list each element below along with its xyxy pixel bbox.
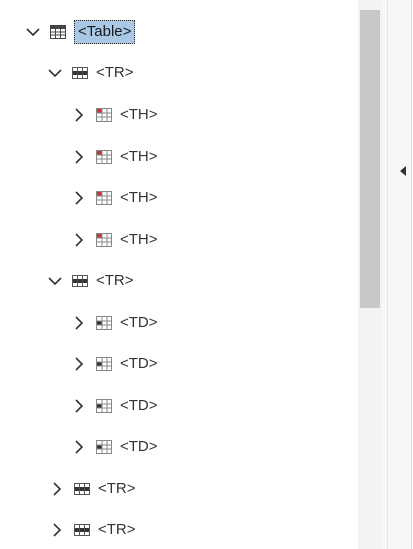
tree-item-label: <TH> xyxy=(120,231,158,248)
table-data-cell-icon xyxy=(96,399,112,413)
tag-tree: <Table> <TR> <TH> <TH> <TH> <TH> <TR> <T… xyxy=(0,0,358,549)
tree-item-tr[interactable]: <TR> xyxy=(48,516,136,544)
tree-item-label: <TH> xyxy=(120,106,158,123)
tree-item-label: <TR> xyxy=(98,480,136,497)
chevron-right-icon[interactable] xyxy=(70,106,88,124)
tree-item-table[interactable]: <Table> xyxy=(24,18,136,46)
table-data-cell-icon xyxy=(96,316,112,330)
vertical-scrollbar[interactable] xyxy=(358,0,382,549)
table-row-icon xyxy=(72,274,88,288)
chevron-right-icon[interactable] xyxy=(70,397,88,415)
tree-item-th[interactable]: <TH> xyxy=(70,101,158,129)
table-header-cell-icon xyxy=(96,191,112,205)
table-header-cell-icon xyxy=(96,150,112,164)
tree-item-label: <TR> xyxy=(96,272,134,289)
tree-item-th[interactable]: <TH> xyxy=(70,226,158,254)
tree-item-label: <TH> xyxy=(120,189,158,206)
tree-item-label: <TD> xyxy=(120,438,158,455)
chevron-right-icon[interactable] xyxy=(70,438,88,456)
tree-item-td[interactable]: <TD> xyxy=(70,350,158,378)
triangle-left-icon[interactable] xyxy=(397,164,409,178)
tree-item-td[interactable]: <TD> xyxy=(70,433,158,461)
chevron-down-icon[interactable] xyxy=(46,272,64,290)
tree-item-label: <TD> xyxy=(120,355,158,372)
table-header-cell-icon xyxy=(96,108,112,122)
chevron-down-icon[interactable] xyxy=(24,23,42,41)
chevron-right-icon[interactable] xyxy=(70,355,88,373)
tree-item-tr[interactable]: <TR> xyxy=(48,475,136,503)
chevron-right-icon[interactable] xyxy=(70,231,88,249)
table-header-cell-icon xyxy=(96,233,112,247)
tree-item-td[interactable]: <TD> xyxy=(70,392,158,420)
tree-item-label: <TD> xyxy=(120,397,158,414)
table-data-cell-icon xyxy=(96,357,112,371)
tree-item-label: <TR> xyxy=(98,521,136,538)
table-row-icon xyxy=(74,482,90,496)
tags-panel: <Table> <TR> <TH> <TH> <TH> <TH> <TR> <T… xyxy=(0,0,413,549)
table-row-icon xyxy=(72,66,88,80)
panel-divider xyxy=(411,0,412,549)
chevron-right-icon[interactable] xyxy=(70,148,88,166)
chevron-right-icon[interactable] xyxy=(70,314,88,332)
panel-divider xyxy=(387,0,388,549)
chevron-right-icon[interactable] xyxy=(70,189,88,207)
tree-item-label[interactable]: <Table> xyxy=(74,20,136,44)
tree-item-tr[interactable]: <TR> xyxy=(46,59,134,87)
table-row-icon xyxy=(74,523,90,537)
chevron-down-icon[interactable] xyxy=(46,64,64,82)
tree-item-th[interactable]: <TH> xyxy=(70,143,158,171)
tree-item-th[interactable]: <TH> xyxy=(70,184,158,212)
chevron-right-icon[interactable] xyxy=(48,480,66,498)
tree-item-label: <TR> xyxy=(96,64,134,81)
tree-item-label: <TH> xyxy=(120,148,158,165)
scrollbar-thumb[interactable] xyxy=(360,10,380,308)
tree-item-td[interactable]: <TD> xyxy=(70,309,158,337)
chevron-right-icon[interactable] xyxy=(48,521,66,539)
table-data-cell-icon xyxy=(96,440,112,454)
table-icon xyxy=(50,25,66,39)
tree-item-label: <TD> xyxy=(120,314,158,331)
tree-item-tr[interactable]: <TR> xyxy=(46,267,134,295)
